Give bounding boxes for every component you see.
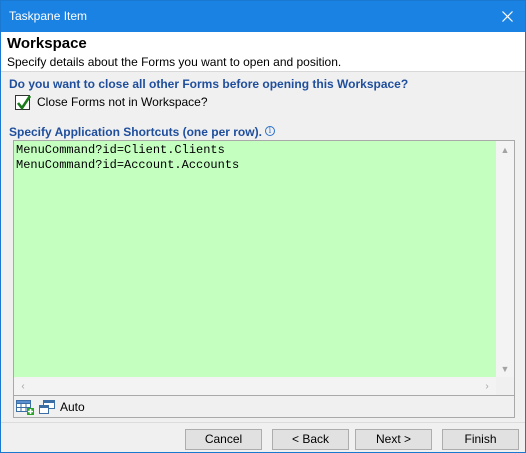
close-icon: [501, 11, 513, 22]
taskpane-item-dialog: Taskpane Item Workspace Specify details …: [0, 0, 526, 453]
windows-icon: [39, 399, 55, 414]
scroll-down-icon[interactable]: ▼: [496, 360, 514, 378]
page-subtitle: Specify details about the Forms you want…: [7, 55, 342, 69]
scroll-corner: [496, 377, 514, 395]
close-forms-checkbox[interactable]: [15, 94, 32, 110]
close-forms-checkbox-label[interactable]: Close Forms not in Workspace?: [37, 95, 208, 109]
info-icon[interactable]: i: [264, 126, 275, 136]
grid-add-icon: [16, 399, 34, 415]
add-shortcut-button[interactable]: [14, 397, 36, 417]
checkmark-icon: [16, 94, 32, 110]
title-bar[interactable]: Taskpane Item: [1, 1, 525, 32]
auto-label[interactable]: Auto: [60, 400, 85, 414]
shortcuts-label-text: Specify Application Shortcuts (one per r…: [9, 125, 262, 139]
scroll-left-icon[interactable]: ‹: [14, 377, 32, 395]
page-title: Workspace: [7, 35, 87, 52]
scroll-right-icon[interactable]: ›: [478, 377, 496, 395]
editor-toolbar: Auto: [13, 396, 515, 418]
scroll-up-icon[interactable]: ▲: [496, 141, 514, 159]
wizard-footer: Cancel < Back Next > Finish: [1, 422, 525, 452]
vertical-scrollbar[interactable]: ▲ ▼: [496, 141, 514, 378]
close-button[interactable]: [489, 1, 525, 32]
cancel-button[interactable]: Cancel: [185, 429, 262, 450]
finish-button[interactable]: Finish: [442, 429, 519, 450]
horizontal-scrollbar[interactable]: ‹ ›: [14, 377, 496, 395]
wizard-header: Workspace Specify details about the Form…: [1, 32, 525, 72]
close-forms-question: Do you want to close all other Forms bef…: [9, 77, 409, 91]
back-button[interactable]: < Back: [272, 429, 349, 450]
next-button[interactable]: Next >: [355, 429, 432, 450]
shortcuts-text[interactable]: MenuCommand?id=Client.Clients MenuComman…: [16, 143, 492, 377]
close-forms-checkbox-row[interactable]: Close Forms not in Workspace?: [15, 94, 208, 110]
shortcuts-editor[interactable]: MenuCommand?id=Client.Clients MenuComman…: [13, 140, 515, 396]
window-title: Taskpane Item: [9, 9, 88, 23]
shortcuts-label: Specify Application Shortcuts (one per r…: [9, 125, 275, 139]
auto-position-button[interactable]: [36, 397, 58, 417]
